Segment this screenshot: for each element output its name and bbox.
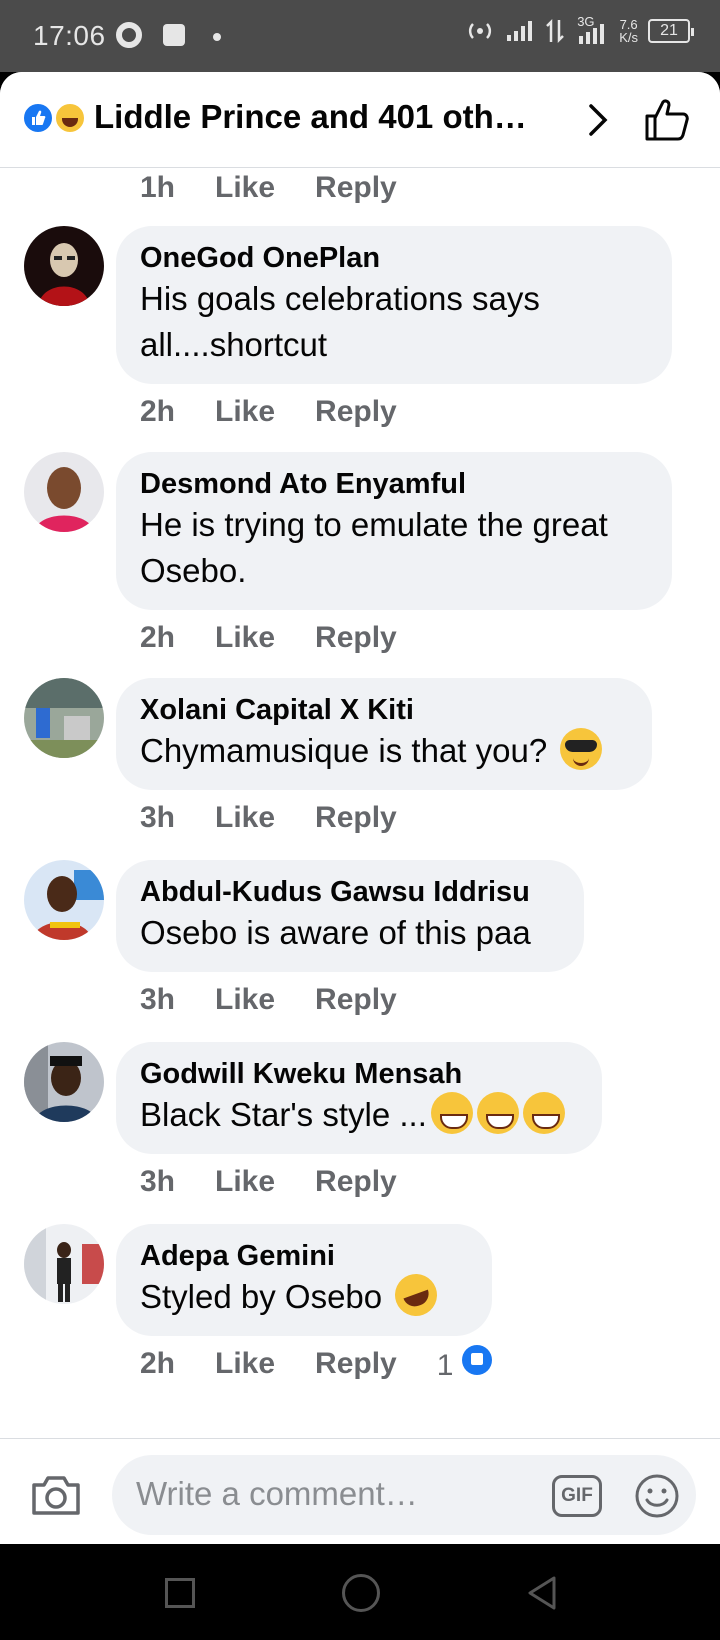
reply-link[interactable]: Reply (315, 983, 397, 1017)
commenter-name[interactable]: OneGod OnePlan (140, 240, 648, 276)
status-time: 17:06 (33, 20, 106, 51)
comment-bubble[interactable]: OneGod OnePlan His goals celebrations sa… (116, 226, 672, 384)
avatar[interactable] (24, 226, 104, 306)
comment-text-row: Styled by Osebo (140, 1268, 468, 1322)
status-bar: 17:06 3G 7.6 K/s 21 (0, 0, 720, 72)
thumbs-up-icon[interactable] (644, 98, 690, 142)
grin-emoji-icon (430, 1092, 473, 1134)
commenter-name[interactable]: Desmond Ato Enyamful (140, 466, 648, 502)
network-signal: 3G (575, 14, 609, 44)
comment-bubble[interactable]: Desmond Ato Enyamful He is trying to emu… (116, 452, 672, 610)
reactions-header[interactable]: Liddle Prince and 401 oth… (0, 72, 720, 168)
commenter-name[interactable]: Adepa Gemini (140, 1238, 468, 1274)
comment-meta: 2h Like Reply (140, 618, 397, 658)
like-link[interactable]: Like (215, 1347, 275, 1381)
comment-meta: 3h Like Reply (140, 1162, 397, 1202)
comment-bubble[interactable]: Godwill Kweku Mensah Black Star's style … (116, 1042, 602, 1154)
reply-link[interactable]: Reply (315, 801, 397, 835)
reply-link[interactable]: Reply (315, 171, 397, 205)
network-speed: 7.6 K/s (619, 18, 638, 44)
like-badge-icon (461, 1345, 492, 1375)
like-link[interactable]: Like (215, 983, 275, 1017)
avatar[interactable] (24, 1224, 104, 1304)
home-button[interactable] (342, 1574, 380, 1612)
more-notifications-icon (213, 33, 221, 41)
haha-reaction-icon (54, 102, 86, 134)
reply-link[interactable]: Reply (315, 395, 397, 429)
comment-text: Black Star's style ... (140, 1096, 427, 1133)
like-link[interactable]: Like (215, 801, 275, 835)
smiley-icon[interactable] (634, 1473, 680, 1519)
camera-icon[interactable] (30, 1473, 82, 1517)
like-link[interactable]: Like (215, 621, 275, 655)
grin-emoji-icon (522, 1092, 565, 1134)
battery-icon: 21 (648, 19, 694, 43)
comment-input-placeholder[interactable]: Write a comment… (136, 1475, 418, 1513)
commenter-name[interactable]: Abdul-Kudus Gawsu Iddrisu (140, 874, 560, 910)
signal-icon (507, 21, 533, 41)
like-link[interactable]: Like (215, 395, 275, 429)
rofl-emoji-icon (389, 1268, 444, 1322)
comment-meta: 2h Like Reply 1 (140, 1344, 492, 1384)
avatar[interactable] (24, 452, 104, 532)
comment-input[interactable]: Write a comment… GIF (112, 1455, 696, 1535)
comment-time: 2h (140, 395, 176, 428)
comment-bubble[interactable]: Abdul-Kudus Gawsu Iddrisu Osebo is aware… (116, 860, 584, 972)
comments-sheet: Liddle Prince and 401 oth… 1h Like Reply… (0, 72, 720, 1544)
reactions-title[interactable]: Liddle Prince and 401 oth… (94, 98, 554, 136)
back-button[interactable] (524, 1574, 560, 1612)
gif-button[interactable]: GIF (552, 1475, 602, 1517)
commenter-name[interactable]: Godwill Kweku Mensah (140, 1056, 578, 1092)
commenter-name[interactable]: Xolani Capital X Kiti (140, 692, 628, 728)
comment-time: 2h (140, 1347, 176, 1380)
comment-text: He is trying to emulate the great Osebo. (140, 506, 608, 589)
comment-text-row: Chymamusique is that you? (140, 728, 628, 774)
status-indicators: 3G 7.6 K/s 21 (465, 14, 694, 44)
like-reaction-icon (22, 102, 54, 134)
like-link[interactable]: Like (215, 1165, 275, 1199)
comment-meta: 1h Like Reply (140, 168, 397, 208)
app-notification-icon (163, 24, 185, 46)
data-transfer-icon (546, 18, 565, 44)
comment-bubble[interactable]: Adepa Gemini Styled by Osebo (116, 1224, 492, 1336)
avatar[interactable] (24, 860, 104, 940)
comment-text: Chymamusique is that you? (140, 732, 548, 769)
comment-text: Osebo is aware of this paa (140, 914, 531, 951)
reply-link[interactable]: Reply (315, 1165, 397, 1199)
comment-meta: 3h Like Reply (140, 980, 397, 1020)
speed-unit: K/s (619, 30, 638, 45)
like-link[interactable]: Like (215, 171, 275, 205)
comment-time: 3h (140, 801, 176, 834)
comment-time: 2h (140, 621, 176, 654)
comment-meta: 2h Like Reply (140, 392, 397, 432)
comment-time: 1h (140, 171, 176, 204)
chrome-icon (116, 22, 142, 48)
comment-list[interactable]: 1h Like Reply OneGod OnePlan His goals c… (0, 168, 720, 1438)
chevron-right-icon[interactable] (583, 102, 613, 138)
comment-bubble[interactable]: Xolani Capital X Kiti Chymamusique is th… (116, 678, 652, 790)
comment-time: 3h (140, 1165, 176, 1198)
system-nav-bar (0, 1544, 720, 1640)
avatar[interactable] (24, 678, 104, 758)
hotspot-icon (469, 23, 492, 39)
comment-time: 3h (140, 983, 176, 1016)
like-count-value: 1 (436, 1349, 454, 1382)
recents-button[interactable] (165, 1578, 195, 1608)
comment-composer: Write a comment… GIF (0, 1438, 720, 1544)
avatar[interactable] (24, 1042, 104, 1122)
signal-3g-icon (579, 24, 605, 44)
comment-text-row: Black Star's style ... (140, 1092, 578, 1138)
comment-meta: 3h Like Reply (140, 798, 397, 838)
comment-text: His goals celebrations says all....short… (140, 280, 540, 363)
reply-link[interactable]: Reply (315, 621, 397, 655)
comment-text: Styled by Osebo (140, 1278, 383, 1315)
sunglasses-emoji-icon (560, 728, 603, 770)
reply-link[interactable]: Reply (315, 1347, 397, 1381)
comment-like-count[interactable]: 1 (437, 1345, 492, 1383)
grin-emoji-icon (476, 1092, 519, 1134)
